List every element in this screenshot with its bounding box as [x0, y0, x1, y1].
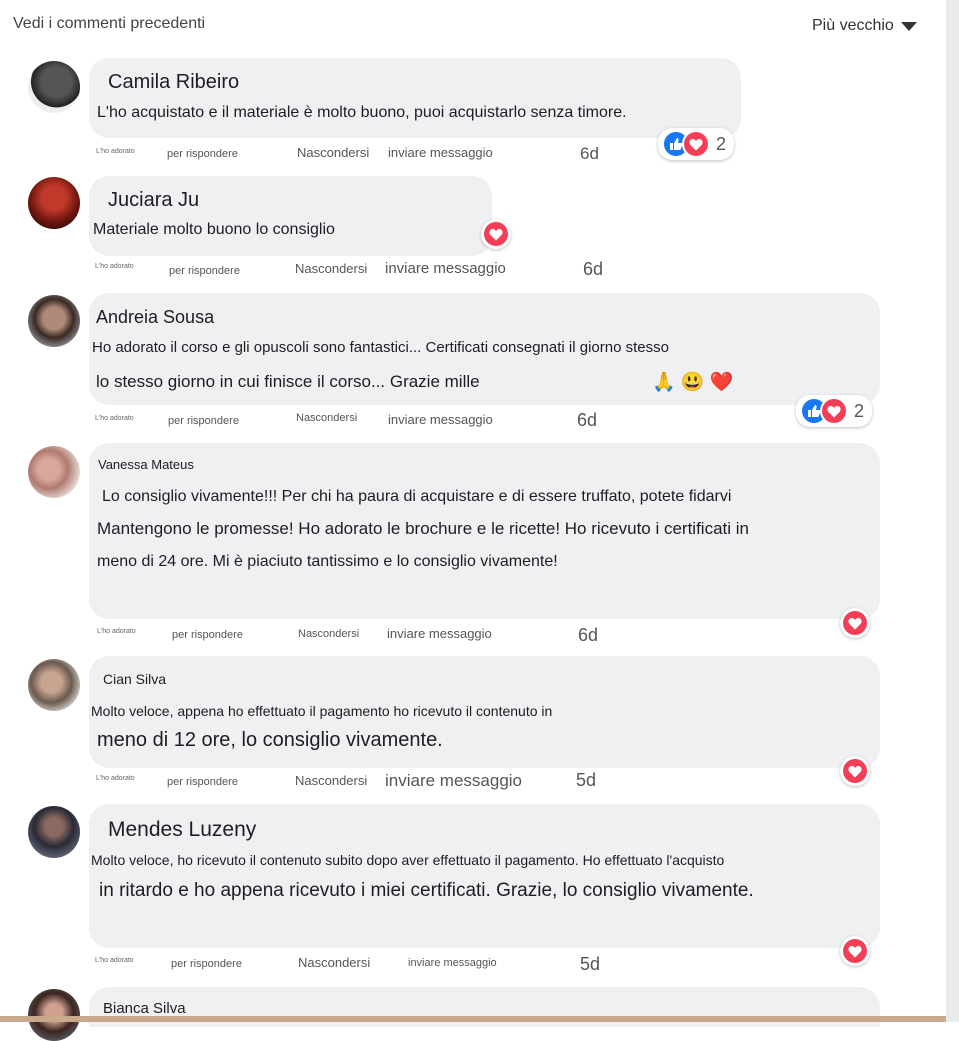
caret-down-icon: [900, 21, 917, 31]
emoji-group: 🙏 😃 ❤️: [652, 372, 734, 393]
avatar[interactable]: [28, 446, 80, 498]
hide-action[interactable]: Nascondersi: [298, 955, 370, 970]
message-action[interactable]: inviare messaggio: [388, 145, 493, 160]
comment-text: Materiale molto buono lo consiglio: [93, 221, 335, 238]
reaction-count: 2: [854, 400, 865, 421]
page-edge: [946, 0, 959, 1022]
reply-action[interactable]: per rispondere: [172, 629, 243, 641]
avatar[interactable]: [28, 659, 80, 711]
comment-text: meno di 24 ore. Mi è piaciuto tantissimo…: [97, 553, 558, 570]
reaction-summary[interactable]: [481, 219, 511, 249]
comment-text: Mantengono le promesse! Ho adorato le br…: [97, 519, 749, 538]
hide-action[interactable]: Nascondersi: [295, 261, 367, 276]
reply-action[interactable]: per rispondere: [169, 265, 240, 277]
heart-icon: [820, 397, 848, 425]
like-action[interactable]: L'ho adorato: [95, 263, 134, 270]
reaction-summary[interactable]: 2: [796, 395, 873, 427]
comment-bubble: [89, 176, 492, 256]
message-action[interactable]: inviare messaggio: [385, 771, 522, 791]
heart-icon: [682, 130, 710, 158]
comment-time[interactable]: 6d: [580, 144, 599, 164]
heart-icon: [484, 222, 508, 246]
reaction-count: 2: [716, 133, 727, 154]
comment-text: in ritardo e ho appena ricevuto i miei c…: [99, 880, 754, 901]
comment-time[interactable]: 6d: [578, 625, 598, 646]
reaction-summary[interactable]: 2: [658, 128, 735, 160]
hide-action[interactable]: Nascondersi: [297, 145, 369, 160]
message-action[interactable]: inviare messaggio: [385, 260, 506, 277]
comment-time[interactable]: 5d: [576, 770, 596, 791]
comment-bubble: [89, 58, 741, 138]
comment-text: Molto veloce, ho ricevuto il contenuto s…: [91, 852, 725, 868]
message-action[interactable]: inviare messaggio: [387, 626, 492, 641]
hide-action[interactable]: Nascondersi: [296, 412, 357, 424]
message-action[interactable]: inviare messaggio: [408, 957, 497, 969]
like-action[interactable]: L'ho adorato: [95, 415, 134, 422]
comment-text: Lo consiglio vivamente!!! Per chi ha pau…: [102, 488, 732, 505]
reply-action[interactable]: per rispondere: [171, 958, 242, 970]
comment-author[interactable]: Mendes Luzeny: [108, 818, 256, 842]
page-edge: [0, 1016, 946, 1022]
heart-icon: [843, 611, 867, 635]
reply-action[interactable]: per rispondere: [168, 415, 239, 427]
comment-time[interactable]: 6d: [583, 259, 603, 280]
comment-author[interactable]: Vanessa Mateus: [98, 457, 194, 472]
reply-action[interactable]: per rispondere: [167, 148, 238, 160]
heart-icon: [843, 939, 867, 963]
reaction-summary[interactable]: [840, 936, 870, 966]
comment-text: meno di 12 ore, lo consiglio vivamente.: [97, 729, 443, 751]
comment-author[interactable]: Juciara Ju: [108, 189, 199, 212]
avatar[interactable]: [28, 61, 80, 113]
heart-icon: [843, 759, 867, 783]
like-action[interactable]: L'ho adorato: [97, 628, 136, 635]
sort-label: Più vecchio: [812, 17, 894, 34]
like-action[interactable]: L'ho adorato: [95, 957, 134, 964]
reply-action[interactable]: per rispondere: [167, 776, 238, 788]
comment-author[interactable]: Bianca Silva: [103, 1000, 186, 1017]
comment-author[interactable]: Cian Silva: [103, 671, 166, 687]
hide-action[interactable]: Nascondersi: [295, 773, 367, 788]
comment-text: lo stesso giorno in cui finisce il corso…: [96, 372, 480, 391]
comment-author[interactable]: Camila Ribeiro: [108, 71, 239, 94]
previous-comments-link[interactable]: Vedi i commenti precedenti: [13, 15, 205, 33]
sort-dropdown[interactable]: Più vecchio: [812, 17, 917, 35]
comment-author[interactable]: Andreia Sousa: [96, 307, 214, 328]
avatar[interactable]: [28, 806, 80, 858]
comment-time[interactable]: 6d: [577, 410, 597, 431]
avatar[interactable]: [28, 295, 80, 347]
avatar[interactable]: [28, 177, 80, 229]
message-action[interactable]: inviare messaggio: [388, 412, 493, 427]
comment-text: Molto veloce, appena ho effettuato il pa…: [91, 703, 553, 719]
reaction-summary[interactable]: [840, 756, 870, 786]
like-action[interactable]: L'ho adorato: [96, 148, 135, 155]
reaction-summary[interactable]: [840, 608, 870, 638]
like-action[interactable]: L'ho adorato: [96, 775, 135, 782]
comment-text: L'ho acquistato e il materiale è molto b…: [97, 104, 627, 121]
comment-time[interactable]: 5d: [580, 954, 600, 975]
hide-action[interactable]: Nascondersi: [298, 628, 359, 640]
comment-text: Ho adorato il corso e gli opuscoli sono …: [92, 339, 669, 356]
avatar[interactable]: [28, 989, 80, 1041]
